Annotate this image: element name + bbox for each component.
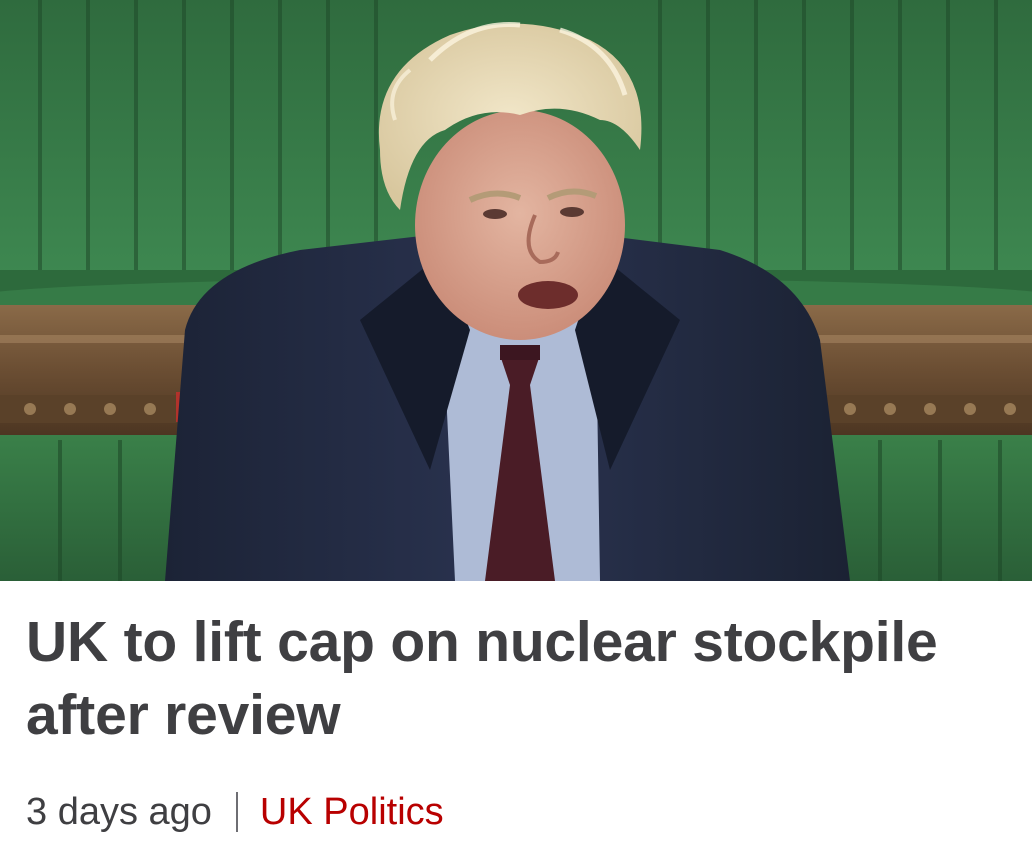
article-headline[interactable]: UK to lift cap on nuclear stockpile afte… <box>26 606 1006 752</box>
article-image[interactable] <box>0 0 1032 581</box>
meta-divider <box>235 792 238 832</box>
article-meta: 3 days ago UK Politics <box>26 786 444 838</box>
article-timestamp: 3 days ago <box>26 790 212 833</box>
commons-scene-illustration <box>0 0 1032 581</box>
article-card[interactable]: UK to lift cap on nuclear stockpile afte… <box>0 0 1032 863</box>
topic-link[interactable]: UK Politics <box>260 791 444 834</box>
